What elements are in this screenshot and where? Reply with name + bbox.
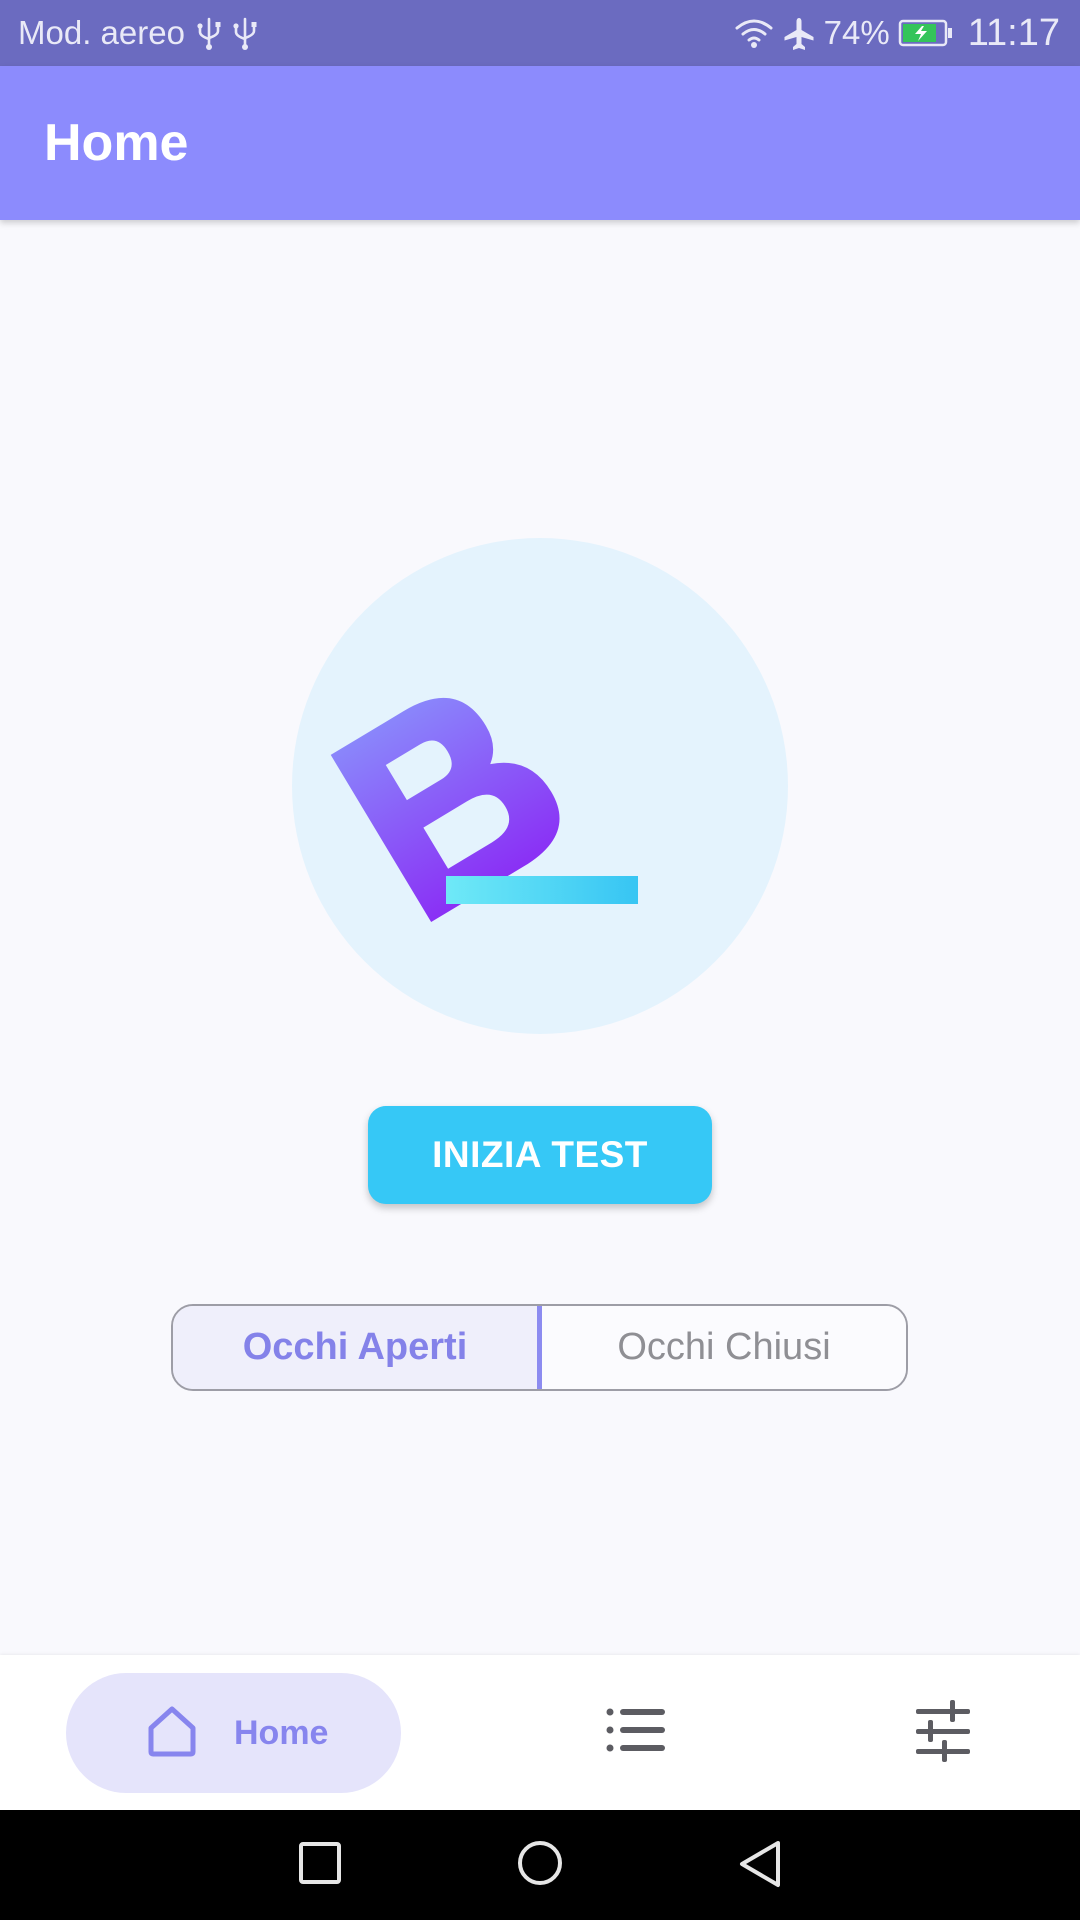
system-navigation-bar	[0, 1810, 1080, 1920]
home-circle-icon[interactable]	[516, 1840, 564, 1893]
screen: Mod. aereo 74% 11:17 Home INIZIA TEST Oc…	[0, 0, 1080, 1920]
recents-icon[interactable]	[298, 1840, 342, 1891]
status-bar: Mod. aereo 74% 11:17	[0, 0, 1080, 66]
status-right: 74% 11:17	[734, 12, 1060, 55]
eyes-segmented-control: Occhi Aperti Occhi Chiusi	[171, 1304, 908, 1391]
home-icon	[146, 1704, 198, 1763]
battery-charging-icon	[898, 19, 954, 47]
usb-icon	[197, 16, 221, 50]
bottom-navigation: Home	[0, 1655, 1080, 1810]
usb-icon	[233, 16, 257, 50]
nav-item-home[interactable]: Home	[66, 1673, 401, 1793]
battery-percent: 74%	[823, 14, 890, 51]
app-bar: Home	[0, 66, 1080, 220]
wifi-icon	[734, 17, 774, 49]
nav-item-list[interactable]	[606, 1707, 666, 1758]
sliders-icon	[914, 1700, 972, 1767]
status-left: Mod. aereo	[18, 14, 257, 52]
segment-eyes-closed[interactable]: Occhi Chiusi	[539, 1306, 906, 1389]
nav-home-label: Home	[234, 1713, 329, 1752]
start-test-button[interactable]: INIZIA TEST	[368, 1106, 712, 1204]
nav-item-settings[interactable]	[914, 1699, 972, 1768]
back-icon[interactable]	[738, 1840, 782, 1893]
clock: 11:17	[967, 11, 1060, 54]
airplane-mode-text: Mod. aereo	[18, 14, 185, 51]
logo-b-icon	[330, 698, 638, 923]
page-title: Home	[44, 114, 189, 172]
airplane-icon	[782, 16, 816, 50]
segment-eyes-open[interactable]: Occhi Aperti	[173, 1306, 539, 1389]
list-icon	[606, 1708, 666, 1757]
logo-circle	[292, 538, 788, 1034]
